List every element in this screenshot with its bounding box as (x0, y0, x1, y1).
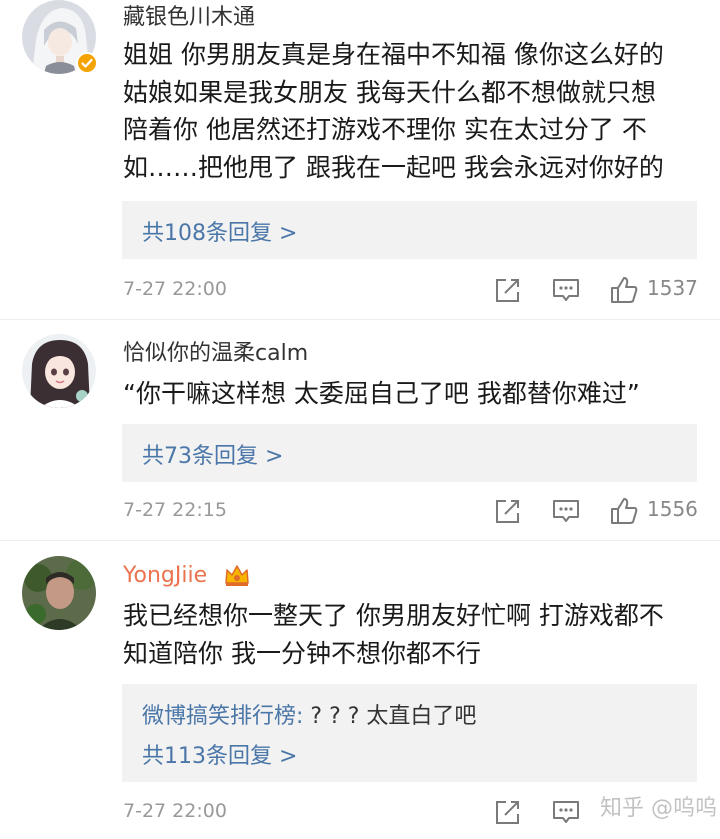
like-count: 1537 (647, 276, 698, 300)
comment-icon[interactable] (550, 274, 582, 306)
username[interactable]: 藏银色川木通 (123, 3, 255, 33)
avatar-image (22, 556, 96, 630)
repost-icon[interactable] (492, 796, 524, 828)
comment-icon[interactable] (550, 796, 582, 828)
watermark: 知乎 @呜呜 (600, 796, 717, 821)
comment-text-line: 知道陪你 我一分钟不想你都不行 (123, 638, 481, 668)
view-replies-link[interactable]: 共73条回复 > (142, 438, 283, 470)
username[interactable]: 恰似你的温柔calm (123, 339, 308, 369)
comment-text-line: 我已经想你一整天了 你男朋友好忙啊 打游戏都不 (123, 601, 664, 630)
vip-crown-icon (224, 563, 250, 587)
comment-text-line: “你干嘛这样想 太委屈自己了吧 我都替你难过” (123, 379, 640, 408)
comment-text-line: 姑娘如果是我女朋友 我每天什么都不想做就只想 (123, 77, 656, 107)
comment-text-line: 姐姐 你男朋友真是身在福中不知福 像你这么好的 (123, 40, 664, 69)
view-replies-link[interactable]: 共108条回复 > (142, 215, 297, 247)
comment-text: 我已经想你一整天了 你男朋友好忙啊 打游戏都不 知道陪你 我一分钟不想你都不行 (123, 597, 683, 672)
comment-meta: 7-27 22:00 1537 (0, 270, 720, 310)
timestamp: 7-27 22:00 (123, 278, 227, 300)
comment-text: “你干嘛这样想 太委屈自己了吧 我都替你难过” (123, 375, 683, 413)
comment-icon[interactable] (550, 495, 582, 527)
reply-preview-text: ? ? ? 太直白了吧 (303, 704, 477, 729)
avatar-image (22, 334, 96, 408)
reply-box[interactable]: 微博搞笑排行榜: ? ? ? 太直白了吧 共113条回复 > (122, 684, 697, 782)
comment-text: 姐姐 你男朋友真是身在福中不知福 像你这么好的 姑娘如果是我女朋友 我每天什么都… (123, 36, 683, 186)
reply-box[interactable]: 共73条回复 > (122, 424, 697, 482)
reply-author[interactable]: 微博搞笑排行榜: (142, 704, 303, 729)
timestamp: 7-27 22:15 (123, 499, 227, 521)
username[interactable]: YongJiie (123, 561, 207, 591)
divider (0, 540, 720, 541)
comment-text-line: 陪着你 他居然还打游戏不理你 实在太过分了 不 (123, 115, 647, 144)
reply-box[interactable]: 共108条回复 > (122, 201, 697, 259)
comment-text-line: 如……把他甩了 跟我在一起吧 我会永远对你好的 (123, 152, 664, 182)
repost-icon[interactable] (492, 274, 524, 306)
user-avatar[interactable] (22, 334, 96, 408)
repost-icon[interactable] (492, 495, 524, 527)
like-count: 1556 (647, 497, 698, 521)
divider (0, 319, 720, 320)
thumbs-up-icon[interactable] (608, 274, 640, 306)
timestamp: 7-27 22:00 (123, 800, 227, 822)
comment-meta: 7-27 22:15 1556 (0, 491, 720, 531)
view-replies-link[interactable]: 共113条回复 > (142, 738, 297, 770)
user-avatar[interactable] (22, 556, 96, 630)
verified-badge-icon (76, 52, 98, 74)
reply-preview[interactable]: 微博搞笑排行榜: ? ? ? 太直白了吧 (142, 698, 476, 730)
thumbs-up-icon[interactable] (608, 495, 640, 527)
